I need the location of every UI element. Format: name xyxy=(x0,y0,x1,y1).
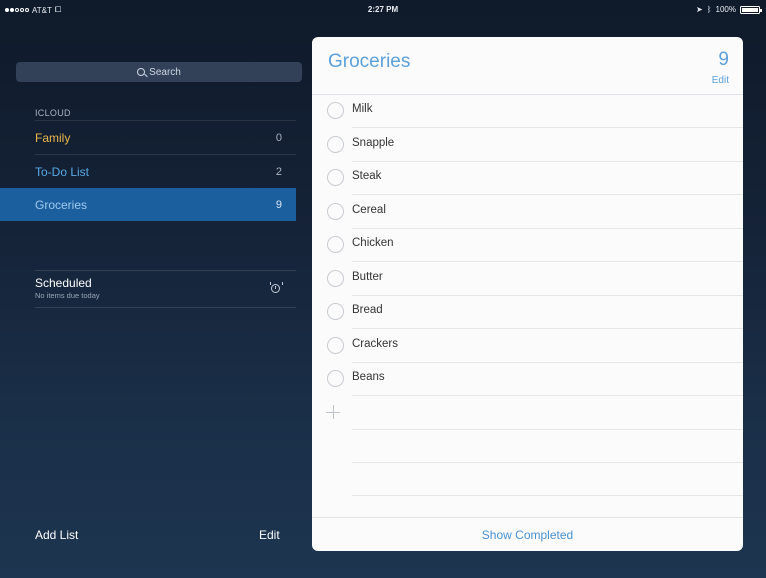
search-input[interactable]: Search xyxy=(16,62,302,82)
item-text[interactable]: Beans xyxy=(352,371,385,383)
list-item[interactable]: Crackers xyxy=(312,329,743,362)
divider xyxy=(352,429,743,430)
item-count: 9 xyxy=(718,49,729,70)
checkbox-circle-icon[interactable] xyxy=(327,337,344,354)
checkbox-circle-icon[interactable] xyxy=(327,236,344,253)
list-item[interactable]: Beans xyxy=(312,362,743,395)
page-title: Groceries xyxy=(328,51,411,72)
checkbox-circle-icon[interactable] xyxy=(327,203,344,220)
battery-label: 100% xyxy=(715,5,736,14)
checkbox-circle-icon[interactable] xyxy=(327,303,344,320)
list-name: To-Do List xyxy=(35,164,90,179)
scheduled-title: Scheduled xyxy=(35,276,92,290)
list-item[interactable]: Milk xyxy=(312,94,743,127)
divider xyxy=(352,462,743,463)
battery-icon xyxy=(740,5,762,14)
scheduled-subtitle: No items due today xyxy=(35,291,100,300)
list-count: 0 xyxy=(275,131,282,144)
bluetooth-icon: ᛒ xyxy=(706,5,712,14)
list-item[interactable]: Snapple xyxy=(312,128,743,161)
sidebar-item-family[interactable]: Family 0 xyxy=(0,121,296,154)
section-label-icloud: ICLOUD xyxy=(35,108,71,118)
search-icon xyxy=(137,68,146,76)
panel-edit-button[interactable]: Edit xyxy=(712,75,729,86)
sidebar-item-groceries[interactable]: Groceries 9 xyxy=(0,188,296,221)
sidebar: Search ICLOUD Family 0 To-Do List 2 Groc… xyxy=(0,20,305,578)
list-item[interactable]: Cereal xyxy=(312,195,743,228)
checkbox-circle-icon[interactable] xyxy=(327,136,344,153)
divider xyxy=(352,495,743,496)
sidebar-item-to-do-list[interactable]: To-Do List 2 xyxy=(0,155,296,188)
list-item[interactable]: Chicken xyxy=(312,228,743,261)
show-completed-button[interactable]: Show Completed xyxy=(312,528,743,542)
list-item[interactable]: Steak xyxy=(312,161,743,194)
item-text[interactable]: Chicken xyxy=(352,237,394,249)
status-right: ➤ ᛒ 100% xyxy=(696,5,762,14)
item-text[interactable]: Steak xyxy=(352,170,381,182)
divider xyxy=(312,517,743,518)
item-text[interactable]: Milk xyxy=(352,103,372,115)
add-list-button[interactable]: Add List xyxy=(35,528,78,542)
list-count: 2 xyxy=(275,165,282,178)
add-item-plus-icon[interactable] xyxy=(326,405,340,419)
item-text[interactable]: Bread xyxy=(352,304,383,316)
item-text[interactable]: Butter xyxy=(352,271,383,283)
search-placeholder: Search xyxy=(149,66,181,78)
alarm-clock-icon xyxy=(270,282,283,293)
divider xyxy=(35,307,296,308)
sidebar-item-scheduled[interactable]: Scheduled No items due today xyxy=(0,270,296,306)
checkbox-circle-icon[interactable] xyxy=(327,169,344,186)
checkbox-circle-icon[interactable] xyxy=(327,270,344,287)
checkbox-circle-icon[interactable] xyxy=(327,370,344,387)
list-count: 9 xyxy=(275,198,282,211)
location-icon: ➤ xyxy=(696,5,703,14)
status-time: 2:27 PM xyxy=(367,5,399,14)
item-text[interactable]: Crackers xyxy=(352,338,398,350)
list-panel: Groceries 9 Edit Milk Snapple Steak Cere… xyxy=(312,37,743,551)
item-text[interactable]: Cereal xyxy=(352,204,386,216)
list-item[interactable]: Bread xyxy=(312,295,743,328)
list-name: Groceries xyxy=(35,197,88,212)
list-name: Family xyxy=(35,130,71,145)
divider xyxy=(352,395,743,396)
sidebar-edit-button[interactable]: Edit xyxy=(259,528,280,542)
item-text[interactable]: Snapple xyxy=(352,137,394,149)
checkbox-circle-icon[interactable] xyxy=(327,102,344,119)
list-item[interactable]: Butter xyxy=(312,262,743,295)
status-bar: AT&T ⧠ 2:27 PM ➤ ᛒ 100% xyxy=(0,0,766,20)
